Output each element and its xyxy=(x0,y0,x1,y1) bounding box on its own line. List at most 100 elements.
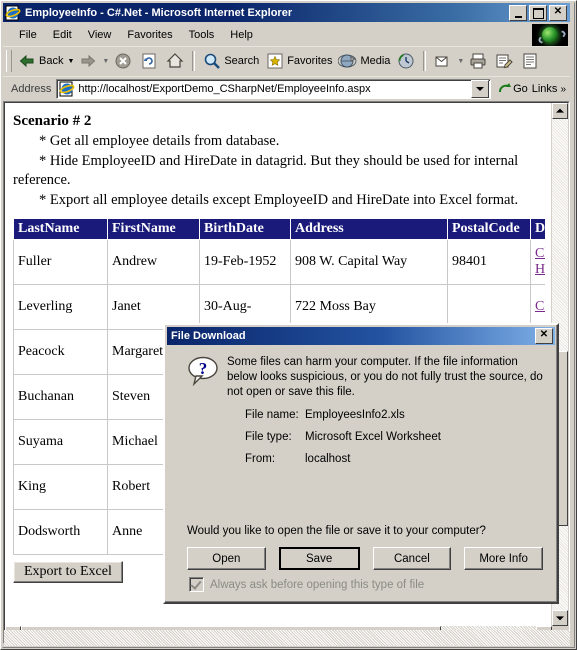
document-frame: Scenario # 2 * Get all employee details … xyxy=(3,101,570,644)
history-button[interactable] xyxy=(393,49,419,73)
window-control-buttons: ✕ xyxy=(509,4,567,21)
address-input-box[interactable]: http://localhost/ExportDemo_CSharpNet/Em… xyxy=(56,79,492,99)
dialog-file-info: File name: EmployeesInfo2.xls File type:… xyxy=(245,409,545,475)
cell-address: 908 W. Capital Way xyxy=(290,239,448,286)
scroll-down-button[interactable] xyxy=(552,610,568,626)
back-dropdown-arrow-icon[interactable]: ▼ xyxy=(67,58,74,65)
dialog-field-filename-label: File name: xyxy=(245,409,299,421)
search-icon xyxy=(202,51,222,71)
stop-button[interactable] xyxy=(110,49,136,73)
details-click-here-link[interactable]: Click xyxy=(535,299,545,314)
ie-animated-logo-icon xyxy=(532,24,568,46)
refresh-button[interactable] xyxy=(136,49,162,73)
address-url-text: http://localhost/ExportDemo_CSharpNet/Em… xyxy=(78,83,371,95)
favorites-button[interactable]: Favorites xyxy=(262,49,335,73)
menu-items: File Edit View Favorites Tools Help xyxy=(3,27,261,43)
media-button[interactable]: Media xyxy=(335,49,393,73)
menu-item-edit[interactable]: Edit xyxy=(45,27,80,43)
column-header-address[interactable]: Address xyxy=(290,218,448,241)
menu-item-view[interactable]: View xyxy=(80,27,120,43)
links-button[interactable]: Links » xyxy=(532,83,566,95)
minimize-button[interactable] xyxy=(509,4,527,21)
always-ask-checkbox[interactable] xyxy=(189,577,204,592)
menu-item-favorites[interactable]: Favorites xyxy=(119,27,180,43)
menu-item-file[interactable]: File xyxy=(11,27,45,43)
close-button[interactable]: ✕ xyxy=(549,4,567,21)
dialog-field-filetype-label: File type: xyxy=(245,431,292,443)
favorites-button-label: Favorites xyxy=(287,55,333,67)
window-titlebar[interactable]: EmployeeInfo - C#.Net - Microsoft Intern… xyxy=(3,3,570,22)
go-button[interactable]: Go xyxy=(497,81,528,97)
column-header-lastname[interactable]: LastName xyxy=(13,218,108,241)
export-to-excel-button[interactable]: Export to Excel xyxy=(13,561,123,584)
column-header-firstname[interactable]: FirstName xyxy=(107,218,200,241)
cell-lastname: Leverling xyxy=(13,284,108,331)
links-button-label: Links xyxy=(531,83,558,95)
document-viewport: Scenario # 2 * Get all employee details … xyxy=(4,102,569,643)
more-info-button[interactable]: More Info xyxy=(464,547,543,570)
print-button[interactable] xyxy=(465,49,491,73)
search-button[interactable]: Search xyxy=(199,49,262,73)
discussions-button[interactable] xyxy=(517,49,543,73)
dialog-close-button[interactable]: ✕ xyxy=(535,328,553,344)
back-button[interactable]: Back xyxy=(14,49,66,73)
cell-lastname: Dodsworth xyxy=(13,509,108,556)
file-download-dialog: File Download ✕ ? Some files can harm yo… xyxy=(163,323,559,604)
column-header-birthdate[interactable]: BirthDate xyxy=(199,218,291,241)
details-click-here-link[interactable]: Click Here xyxy=(535,246,545,277)
menu-bar: File Edit View Favorites Tools Help xyxy=(3,24,570,46)
cell-postalcode: 98401 xyxy=(447,239,531,286)
dialog-field-from-value: localhost xyxy=(305,453,351,465)
cell-details: Click Here xyxy=(530,239,545,286)
menu-item-tools[interactable]: Tools xyxy=(181,27,223,43)
dialog-titlebar[interactable]: File Download ✕ xyxy=(167,327,555,345)
table-header-row: LastName FirstName BirthDate Address Pos… xyxy=(13,218,545,241)
edit-page-icon xyxy=(494,51,514,71)
column-header-details[interactable]: Details xyxy=(530,218,545,241)
discussions-icon xyxy=(520,51,540,71)
maximize-button[interactable] xyxy=(529,4,547,21)
cell-lastname: King xyxy=(13,464,108,511)
mail-dropdown-arrow-icon[interactable]: ▼ xyxy=(457,58,464,65)
dialog-field-filename: File name: EmployeesInfo2.xls xyxy=(245,409,545,421)
forward-dropdown-arrow-icon[interactable]: ▼ xyxy=(102,58,109,65)
dialog-field-filetype-value: Microsoft Excel Worksheet xyxy=(305,431,441,443)
screenshot-root: EmployeeInfo - C#.Net - Microsoft Intern… xyxy=(0,0,577,650)
back-button-label: Back xyxy=(39,55,64,67)
address-dropdown-button[interactable] xyxy=(471,80,490,98)
mail-icon xyxy=(433,51,453,71)
dialog-warning-text: Some files can harm your computer. If th… xyxy=(227,356,543,398)
dialog-field-filename-value: EmployeesInfo2.xls xyxy=(305,409,405,421)
go-arrow-icon xyxy=(497,81,513,97)
window-bottom-strip xyxy=(4,630,570,646)
history-clock-icon xyxy=(396,51,416,71)
home-icon xyxy=(165,51,185,71)
cancel-button[interactable]: Cancel xyxy=(372,547,452,570)
toolbar-grip[interactable] xyxy=(6,50,12,72)
forward-button[interactable] xyxy=(75,49,101,73)
cell-lastname: Buchanan xyxy=(13,374,108,421)
edit-button[interactable] xyxy=(491,49,517,73)
mail-button[interactable] xyxy=(430,49,456,73)
column-header-postalcode[interactable]: PostalCode xyxy=(447,218,531,241)
standard-toolbar: Back ▼ ▼ Search Favorites Media ▼ xyxy=(3,46,570,75)
save-button[interactable]: Save xyxy=(278,547,360,570)
page-globe-icon xyxy=(59,81,75,97)
page-title: Scenario # 2 xyxy=(13,113,92,129)
home-button[interactable] xyxy=(162,49,188,73)
always-ask-checkbox-row[interactable]: Always ask before opening this type of f… xyxy=(189,577,424,592)
question-balloon-icon: ? xyxy=(187,356,219,387)
cell-lastname: Fuller xyxy=(13,239,108,286)
media-button-label: Media xyxy=(360,55,391,67)
cell-lastname: Suyama xyxy=(13,419,108,466)
dialog-title-text: File Download xyxy=(171,330,246,342)
scroll-up-button[interactable] xyxy=(552,103,568,119)
dialog-field-filetype: File type: Microsoft Excel Worksheet xyxy=(245,431,545,443)
dialog-field-from: From: localhost xyxy=(245,453,545,465)
address-label: Address xyxy=(11,83,52,95)
cell-lastname: Peacock xyxy=(13,329,108,376)
open-button[interactable]: Open xyxy=(187,547,266,570)
svg-text:?: ? xyxy=(199,359,208,378)
menu-item-help[interactable]: Help xyxy=(222,27,261,43)
cell-birthdate: 19-Feb-1952 xyxy=(199,239,291,286)
